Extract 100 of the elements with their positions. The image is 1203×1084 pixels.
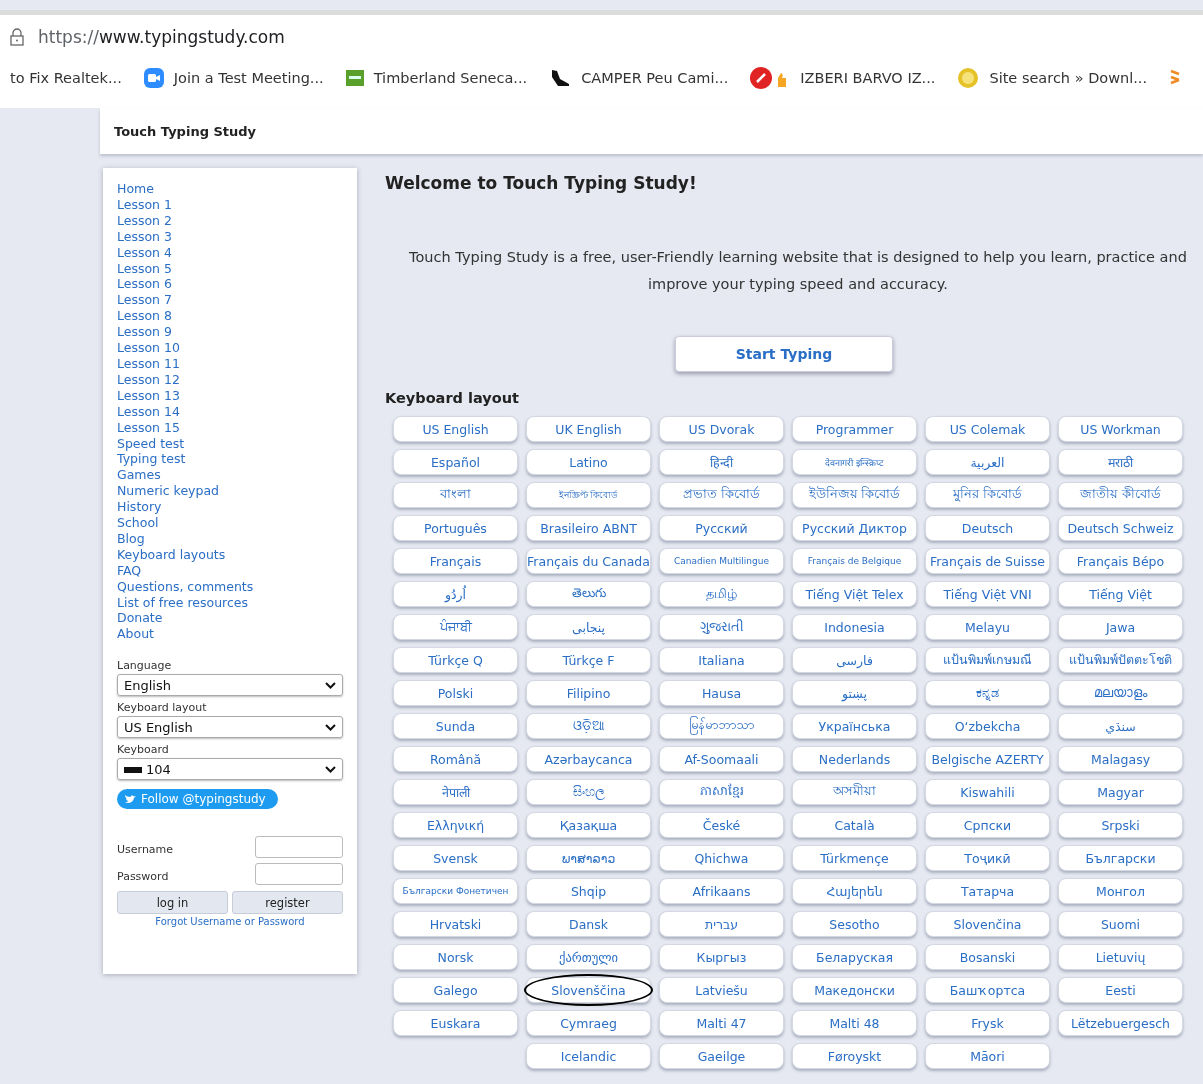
layout-button[interactable]: Deutsch Schweiz (1058, 515, 1183, 541)
nav-link[interactable]: Lesson 3 (117, 228, 343, 245)
layout-button[interactable]: ইনস্ক্রিপ্ট কিবোর্ড (526, 482, 651, 508)
layout-button[interactable]: Tiếng Việt (1058, 581, 1183, 607)
nav-link[interactable]: Lesson 1 (117, 196, 343, 213)
layout-button[interactable]: Brasileiro ABNT (526, 515, 651, 541)
layout-button[interactable]: తెలుగు (526, 581, 651, 607)
layout-button[interactable]: České (659, 812, 784, 838)
layout-button[interactable]: প্রভাত কিবোর্ড (659, 482, 784, 508)
layout-button[interactable]: Татарча (925, 878, 1050, 904)
layout-button[interactable]: Кыргыз (659, 944, 784, 970)
layout-button[interactable]: Føroyskt (792, 1043, 917, 1069)
layout-button[interactable]: Lietuvių (1058, 944, 1183, 970)
layout-button[interactable]: Programmer (792, 416, 917, 442)
layout-button[interactable]: देवनागरी इन्स्क्रिप्ट (792, 449, 917, 475)
nav-link[interactable]: FAQ (117, 562, 343, 579)
layout-button[interactable]: ಕನ್ನಡ (925, 680, 1050, 706)
nav-link[interactable]: Typing test (117, 451, 343, 468)
layout-button[interactable]: Français du Canada (526, 548, 651, 574)
nav-link[interactable]: Home (117, 181, 343, 197)
layout-button[interactable]: বাংলা (393, 482, 518, 508)
password-field[interactable] (255, 863, 343, 886)
layout-button[interactable]: Italiana (659, 647, 784, 673)
nav-link[interactable]: About (117, 626, 343, 643)
layout-button[interactable]: नेपाली (393, 779, 518, 805)
nav-link[interactable]: Lesson 10 (117, 340, 343, 356)
form-button[interactable]: register (232, 891, 343, 915)
layout-button[interactable]: Français de Belgique (792, 548, 917, 574)
layout-button[interactable]: ইউনিজয় কিবোর্ড (792, 482, 917, 508)
form-button[interactable]: log in (117, 891, 228, 915)
nav-link[interactable]: Games (117, 467, 343, 484)
layout-button[interactable]: US English (393, 416, 518, 442)
layout-button[interactable]: Malti 47 (659, 1010, 784, 1036)
nav-link[interactable]: List of free resources (117, 594, 343, 611)
layout-button[interactable]: हिन्दी (659, 449, 784, 475)
bookmark[interactable]: Timberland Seneca... (345, 67, 528, 89)
layout-button[interactable]: العربية (925, 449, 1050, 475)
nav-link[interactable]: Lesson 15 (117, 419, 343, 436)
layout-button[interactable]: Afrikaans (659, 878, 784, 904)
layout-button[interactable]: Sesotho (792, 911, 917, 937)
nav-link[interactable]: Lesson 13 (117, 387, 343, 404)
nav-link[interactable]: Lesson 7 (117, 292, 343, 309)
layout-button[interactable]: মুনির কিবোর্ড (925, 482, 1050, 508)
layout-button[interactable]: Қазақша (526, 812, 651, 838)
layout-button[interactable]: Tiếng Việt VNI (925, 581, 1050, 607)
layout-button[interactable]: پنجابی (526, 614, 651, 640)
layout-button[interactable]: ភាសាខ្មែរ (659, 779, 784, 805)
nav-link[interactable]: Lesson 11 (117, 355, 343, 372)
layout-button[interactable]: Башҡортса (925, 977, 1050, 1003)
nav-link[interactable]: Questions, comments (117, 578, 343, 595)
layout-button[interactable]: Тоҷикӣ (925, 845, 1050, 871)
layout-button[interactable]: Bosanski (925, 944, 1050, 970)
layout-button[interactable]: Монгол (1058, 878, 1183, 904)
layout-button[interactable]: Svensk (393, 845, 518, 871)
layout-button[interactable]: Latviešu (659, 977, 784, 1003)
layout-button[interactable]: Canadien Multilingue (659, 548, 784, 574)
layout-button[interactable]: தமிழ் (659, 581, 784, 607)
follow-button[interactable]: Follow @typingstudy (117, 789, 278, 810)
layout-button[interactable]: Cymraeg (526, 1010, 651, 1036)
layout-button[interactable]: ଓଡ଼ିଆ (526, 713, 651, 739)
layout-button[interactable]: سنڌي (1058, 713, 1183, 739)
layout-button[interactable]: Azərbaycanca (526, 746, 651, 772)
layout-button[interactable]: Lëtzebuergesch (1058, 1010, 1183, 1036)
layout-button[interactable]: Shqip (526, 878, 651, 904)
layout-button[interactable]: Frysk (925, 1010, 1050, 1036)
layout-button[interactable]: Malti 48 (792, 1010, 917, 1036)
layout-button[interactable]: Srpski (1058, 812, 1183, 838)
layout-button[interactable]: Español (393, 449, 518, 475)
layout-button[interactable]: US Workman (1058, 416, 1183, 442)
layout-button[interactable]: Magyar (1058, 779, 1183, 805)
bookmark-icon[interactable] (1169, 67, 1182, 87)
layout-button[interactable]: Deutsch (925, 515, 1050, 541)
nav-link[interactable]: Lesson 12 (117, 371, 343, 388)
layout-button[interactable]: UK English (526, 416, 651, 442)
layout-button[interactable]: Français Bépo (1058, 548, 1183, 574)
layout-button[interactable]: Gaeilge (659, 1043, 784, 1069)
nav-link[interactable]: Lesson 8 (117, 308, 343, 325)
layout-button[interactable]: Galego (393, 977, 518, 1003)
layout-button[interactable]: Af-Soomaali (659, 746, 784, 772)
layout-button[interactable]: Qhichwa (659, 845, 784, 871)
forgot-link[interactable]: Forgot Username or Password (117, 916, 343, 928)
layout-button[interactable]: ਪੰਜਾਬੀ (393, 614, 518, 640)
address-bar[interactable]: https://www.typingstudy.com (38, 27, 285, 47)
layout-button[interactable]: Māori (925, 1043, 1050, 1069)
layout-button[interactable]: Türkmençe (792, 845, 917, 871)
select-field[interactable]: US English (117, 716, 343, 739)
layout-button[interactable]: Nederlands (792, 746, 917, 772)
bookmark[interactable]: CAMPER Peu Cami... (549, 67, 729, 89)
layout-button[interactable]: Icelandic (526, 1043, 651, 1069)
nav-link[interactable]: Donate (117, 610, 343, 627)
layout-button[interactable]: Melayu (925, 614, 1050, 640)
layout-button[interactable]: Latino (526, 449, 651, 475)
nav-link[interactable]: School (117, 515, 343, 531)
nav-link[interactable]: Lesson 2 (117, 212, 343, 229)
layout-button[interactable]: Русский Диктор (792, 515, 917, 541)
select-field[interactable]: 104 (117, 758, 343, 781)
nav-link[interactable]: Blog (117, 530, 343, 547)
layout-button[interactable]: Català (792, 812, 917, 838)
layout-button[interactable]: Belgische AZERTY (925, 746, 1050, 772)
layout-button[interactable]: Jawa (1058, 614, 1183, 640)
